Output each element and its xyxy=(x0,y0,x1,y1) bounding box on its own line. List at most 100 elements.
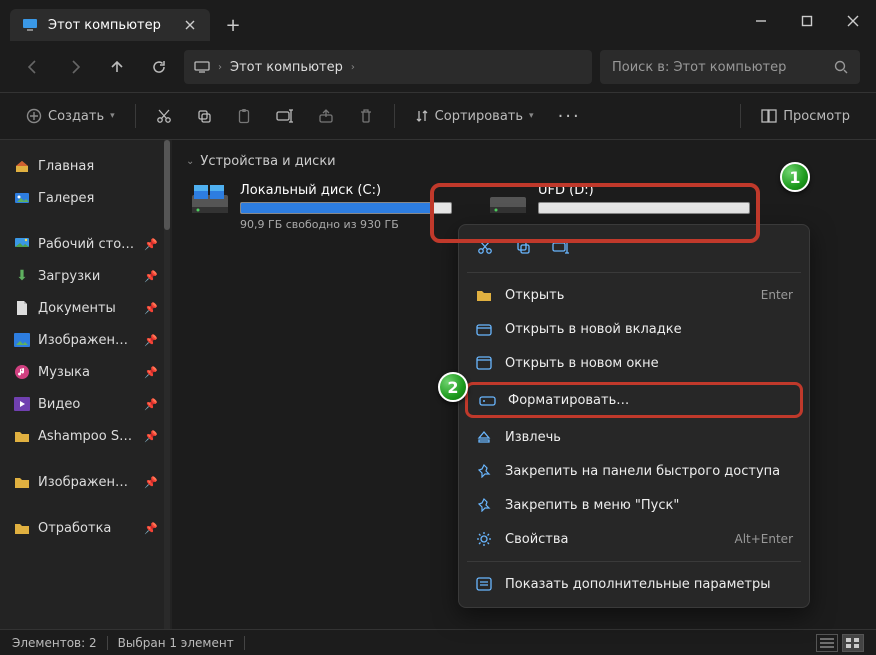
divider xyxy=(107,636,108,650)
divider xyxy=(394,104,395,128)
sort-button[interactable]: Сортировать ▾ xyxy=(405,100,544,132)
drive-format-icon xyxy=(478,391,496,409)
status-item-count: Элементов: 2 xyxy=(12,636,97,650)
pin-icon xyxy=(475,462,493,480)
music-icon xyxy=(14,364,30,380)
ctx-format[interactable]: Форматировать… xyxy=(465,382,803,418)
separator xyxy=(467,272,801,273)
annotation-badge-1: 1 xyxy=(780,162,810,192)
forward-button[interactable] xyxy=(58,50,92,84)
chevron-down-icon: ▾ xyxy=(110,111,115,121)
drive-icon xyxy=(190,183,230,223)
tab-title: Этот компьютер xyxy=(48,18,161,33)
ctx-open[interactable]: Открыть Enter xyxy=(459,278,809,312)
sidebar-item-pictures[interactable]: Изображени…📌 xyxy=(6,324,166,356)
ctx-properties[interactable]: Свойства Alt+Enter xyxy=(459,522,809,556)
sidebar-item-documents[interactable]: Документы📌 xyxy=(6,292,166,324)
chevron-down-icon: ⌄ xyxy=(186,156,194,167)
pin-icon: 📌 xyxy=(144,398,158,411)
folder-open-icon xyxy=(475,286,493,304)
ctx-open-new-tab[interactable]: Открыть в новой вкладке xyxy=(459,312,809,346)
status-bar: Элементов: 2 Выбран 1 элемент xyxy=(0,629,876,655)
delete-button[interactable] xyxy=(348,100,384,132)
search-placeholder: Поиск в: Этот компьютер xyxy=(612,60,826,75)
monitor-icon xyxy=(22,17,38,33)
group-header[interactable]: ⌄ Устройства и диски xyxy=(186,154,862,169)
sidebar-item-videos[interactable]: Видео📌 xyxy=(6,388,166,420)
drive-local-c[interactable]: Локальный диск (C:) 90,9 ГБ свободно из … xyxy=(186,179,456,235)
pictures-icon xyxy=(14,332,30,348)
ctx-pin-start[interactable]: Закрепить в меню "Пуск" xyxy=(459,488,809,522)
rename-button[interactable] xyxy=(266,100,304,132)
ctx-open-new-window[interactable]: Открыть в новом окне xyxy=(459,346,809,380)
share-icon xyxy=(318,108,334,124)
sidebar-item-folder[interactable]: Отработка📌 xyxy=(6,512,166,544)
sidebar-item-downloads[interactable]: ⬇Загрузки📌 xyxy=(6,260,166,292)
back-button[interactable] xyxy=(16,50,50,84)
maximize-button[interactable] xyxy=(784,0,830,42)
up-button[interactable] xyxy=(100,50,134,84)
sidebar-item-folder[interactable]: Изображени…📌 xyxy=(6,466,166,498)
paste-button[interactable] xyxy=(226,100,262,132)
ctx-pin-quick-access[interactable]: Закрепить на панели быстрого доступа xyxy=(459,454,809,488)
status-selection: Выбран 1 элемент xyxy=(118,636,234,650)
rename-icon xyxy=(276,108,294,124)
window-icon xyxy=(475,354,493,372)
more-button[interactable]: ··· xyxy=(548,100,591,132)
file-explorer-window: Этот компьютер + › Этот компьютер › Поис… xyxy=(0,0,876,655)
breadcrumb[interactable]: › Этот компьютер › xyxy=(184,50,592,84)
cut-button[interactable] xyxy=(146,100,182,132)
chevron-right-icon: › xyxy=(351,62,355,73)
pin-icon: 📌 xyxy=(144,302,158,315)
search-input[interactable]: Поиск в: Этот компьютер xyxy=(600,50,860,84)
folder-icon xyxy=(14,428,30,444)
copy-button[interactable] xyxy=(186,100,222,132)
sidebar-item-desktop[interactable]: Рабочий сто…📌 xyxy=(6,228,166,260)
sidebar-home[interactable]: Главная xyxy=(6,150,166,182)
tiles-view-button[interactable] xyxy=(842,634,864,652)
scrollbar-thumb[interactable] xyxy=(164,140,170,230)
share-button[interactable] xyxy=(308,100,344,132)
toolbar: Создать ▾ Сортировать ▾ ··· Просмотр xyxy=(0,92,876,140)
close-button[interactable] xyxy=(830,0,876,42)
view-button[interactable]: Просмотр xyxy=(751,100,860,132)
sidebar-gallery[interactable]: Галерея xyxy=(6,182,166,214)
copy-icon xyxy=(196,108,212,124)
pin-icon: 📌 xyxy=(144,270,158,283)
view-icon xyxy=(761,109,777,123)
sidebar: Главная Галерея Рабочий сто…📌 ⬇Загрузки📌… xyxy=(0,140,172,629)
drive-name: Локальный диск (C:) xyxy=(240,183,452,198)
context-menu: Открыть Enter Открыть в новой вкладке От… xyxy=(458,224,810,608)
scissors-icon[interactable] xyxy=(475,237,495,257)
clipboard-icon xyxy=(236,108,252,124)
ctx-show-more[interactable]: Показать дополнительные параметры xyxy=(459,567,809,601)
view-mode-buttons xyxy=(816,634,864,652)
drive-ufd-d[interactable]: UFD (D:) xyxy=(484,179,754,227)
annotation-badge-2: 2 xyxy=(438,372,468,402)
refresh-button[interactable] xyxy=(142,50,176,84)
titlebar: Этот компьютер + xyxy=(0,0,876,42)
rename-icon[interactable] xyxy=(551,237,571,257)
new-tab-button[interactable]: + xyxy=(218,10,248,40)
chevron-down-icon: ▾ xyxy=(529,111,534,121)
create-button[interactable]: Создать ▾ xyxy=(16,100,125,132)
monitor-icon xyxy=(194,59,210,75)
gear-icon xyxy=(475,530,493,548)
ctx-eject[interactable]: Извлечь xyxy=(459,420,809,454)
folder-icon xyxy=(14,474,30,490)
sidebar-item-music[interactable]: Музыка📌 xyxy=(6,356,166,388)
pin-icon: 📌 xyxy=(144,476,158,489)
nav-row: › Этот компьютер › Поиск в: Этот компьют… xyxy=(0,42,876,92)
pin-icon: 📌 xyxy=(144,366,158,379)
tab-icon xyxy=(475,320,493,338)
sidebar-item-folder[interactable]: Ashampoo Snap…📌 xyxy=(6,420,166,452)
tab-this-pc[interactable]: Этот компьютер xyxy=(10,9,210,41)
minimize-button[interactable] xyxy=(738,0,784,42)
close-tab-icon[interactable] xyxy=(182,17,198,33)
sort-icon xyxy=(415,109,429,123)
details-view-button[interactable] xyxy=(816,634,838,652)
scissors-icon xyxy=(156,108,172,124)
drive-capacity-bar xyxy=(240,202,452,214)
copy-icon[interactable] xyxy=(513,237,533,257)
pin-icon: 📌 xyxy=(144,430,158,443)
